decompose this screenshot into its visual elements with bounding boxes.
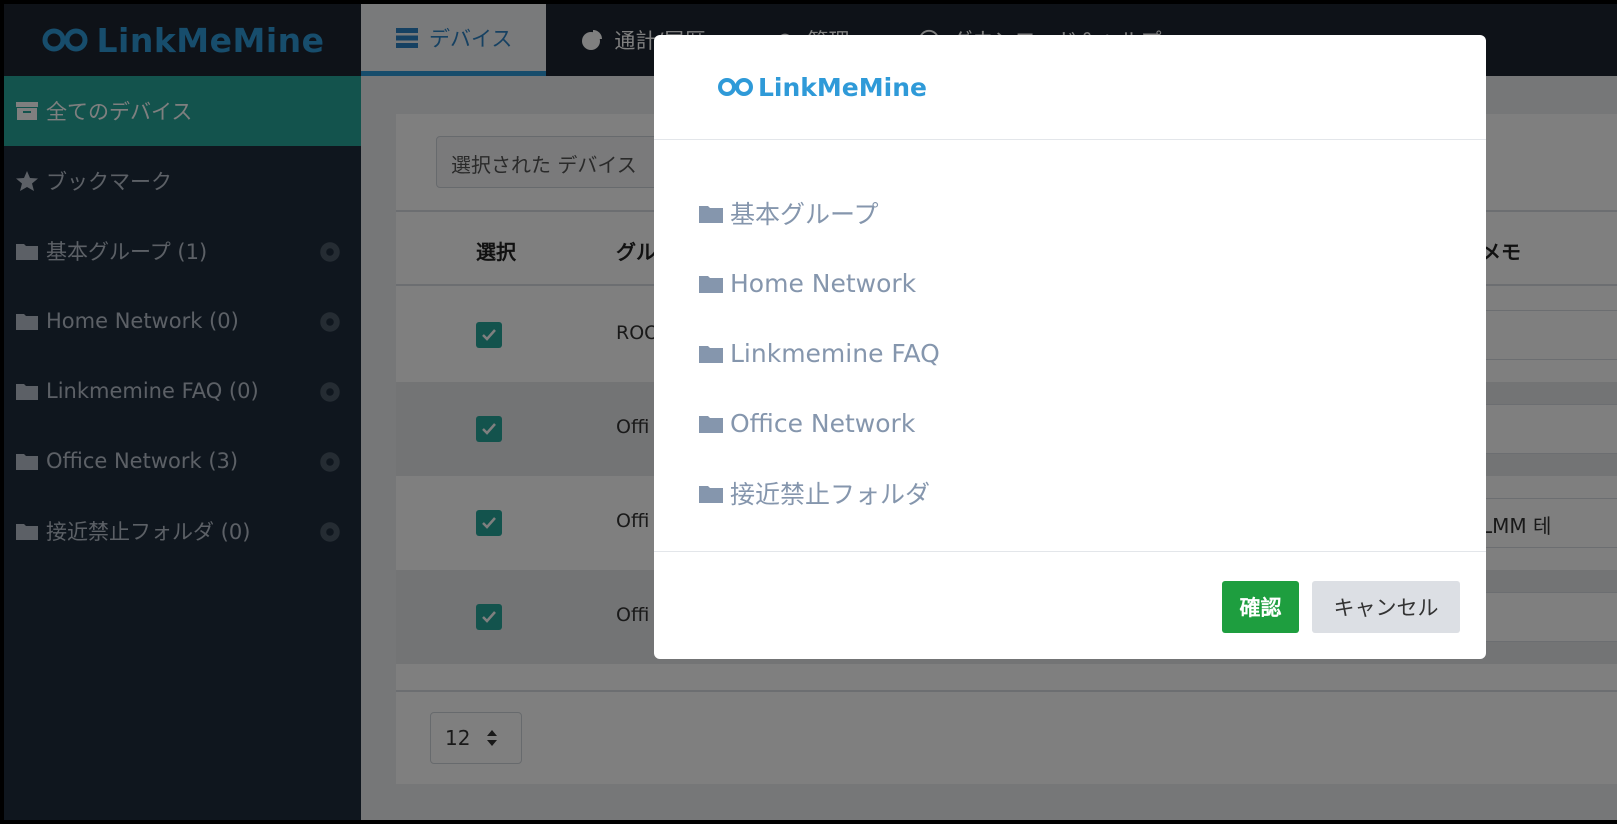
folder-icon bbox=[699, 485, 723, 503]
infinity-logo-icon bbox=[718, 78, 753, 96]
dialog-footer: 確認 キャンセル bbox=[654, 553, 1486, 659]
group-option-label: 基本グループ bbox=[730, 200, 879, 229]
app-window: LinkMeMine デバイス 通計/履歴 管理 ダウンロード＆ヘルプ bbox=[4, 4, 1617, 820]
group-option-label: Linkmemine FAQ bbox=[730, 338, 940, 368]
cancel-button[interactable]: キャンセル bbox=[1312, 581, 1460, 633]
folder-icon bbox=[699, 415, 723, 433]
group-option-home-network[interactable]: Home Network bbox=[654, 248, 1486, 318]
group-select-dialog: LinkMeMine 基本グループ Home Network Linkmemin… bbox=[654, 35, 1486, 659]
group-option-office-network[interactable]: Office Network bbox=[654, 388, 1486, 458]
folder-icon bbox=[699, 205, 723, 223]
group-option-no-access-folder[interactable]: 接近禁止フォルダ bbox=[654, 458, 1486, 528]
group-option-basic-group[interactable]: 基本グループ bbox=[654, 178, 1486, 248]
group-option-label: Home Network bbox=[730, 268, 917, 298]
dialog-logo-text: LinkMeMine bbox=[758, 72, 927, 102]
folder-icon bbox=[699, 275, 723, 293]
group-option-label: Office Network bbox=[730, 408, 916, 438]
dialog-logo: LinkMeMine bbox=[716, 73, 927, 102]
group-option-label: 接近禁止フォルダ bbox=[730, 480, 931, 509]
dialog-header: LinkMeMine bbox=[654, 35, 1486, 140]
folder-icon bbox=[699, 345, 723, 363]
dialog-body: 基本グループ Home Network Linkmemine FAQ Offic… bbox=[654, 140, 1486, 552]
group-option-linkmemine-faq[interactable]: Linkmemine FAQ bbox=[654, 318, 1486, 388]
confirm-button[interactable]: 確認 bbox=[1222, 581, 1299, 633]
